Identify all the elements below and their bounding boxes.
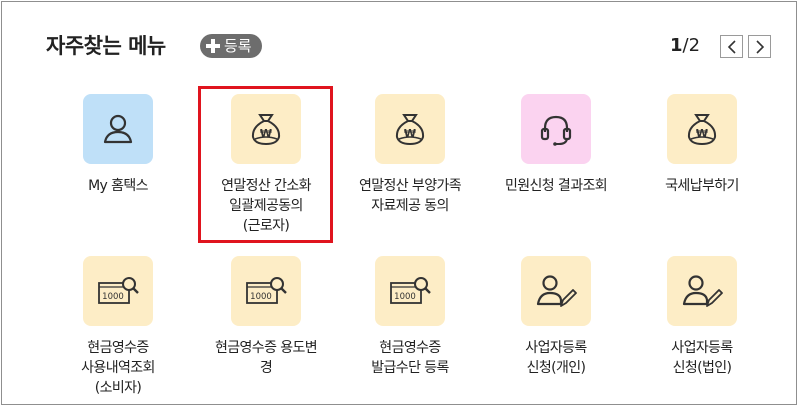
menu-item-label: 사업자등록 신청(개인) xyxy=(525,340,587,376)
menu-item-cash-receipt-usage-change[interactable]: 1000 현금영수증 용도변 경 xyxy=(196,256,336,378)
register-button-label: 등록 xyxy=(224,37,252,55)
headset-icon xyxy=(540,115,572,146)
chevron-right-icon xyxy=(755,39,764,54)
menu-icon-box: ₩ xyxy=(667,94,737,164)
menu-item-national-tax-payment[interactable]: ₩ 국세납부하기 xyxy=(632,94,772,196)
menu-icon-box xyxy=(521,94,591,164)
menu-item-year-end-simplified-consent[interactable]: ₩ 연말정산 간소화 일괄제공동의 (근로자) xyxy=(196,94,336,236)
menu-icon-box: 1000 xyxy=(375,256,445,326)
page-current: 1 xyxy=(670,35,683,56)
menu-icon-box xyxy=(83,94,153,164)
menu-item-cash-receipt-issuing-method[interactable]: 1000 현금영수증 발급수단 등록 xyxy=(340,256,480,378)
person-pen-icon xyxy=(536,275,577,307)
menu-item-business-registration-individual[interactable]: 사업자등록 신청(개인) xyxy=(486,256,626,378)
menu-item-label: 현금영수증 용도변 경 xyxy=(214,340,318,376)
menu-item-label: 현금영수증 발급수단 등록 xyxy=(371,340,449,376)
menu-item-my-hometax[interactable]: My 홈택스 xyxy=(48,94,188,196)
menu-icon-box xyxy=(667,256,737,326)
menu-item-label: 사업자등록 신청(법인) xyxy=(671,340,733,376)
panel-title: 자주찾는 메뉴 xyxy=(46,34,166,58)
prev-page-button[interactable] xyxy=(720,35,743,58)
page-indicator: 1/2 xyxy=(670,35,700,56)
receipt-search-icon: 1000 xyxy=(98,277,139,304)
register-button[interactable]: 등록 xyxy=(200,34,262,58)
menu-icon-box: 1000 xyxy=(231,256,301,326)
next-page-button[interactable] xyxy=(748,35,771,58)
menu-item-label: 민원신청 결과조회 xyxy=(504,178,608,194)
menu-item-label: 연말정산 간소화 일괄제공동의 (근로자) xyxy=(221,178,311,234)
menu-item-civil-request-result[interactable]: 민원신청 결과조회 xyxy=(486,94,626,196)
receipt-search-icon: 1000 xyxy=(246,277,287,304)
money-bag-icon: ₩ xyxy=(687,114,717,146)
page-total: /2 xyxy=(682,35,701,56)
menu-item-business-registration-corporate[interactable]: 사업자등록 신청(법인) xyxy=(632,256,772,378)
chevron-left-icon xyxy=(727,39,736,54)
receipt-amount: 1000 xyxy=(102,292,124,302)
menu-icon-box: 1000 xyxy=(83,256,153,326)
menu-item-label: 연말정산 부양가족 자료제공 동의 xyxy=(358,178,462,214)
menu-item-cash-receipt-history[interactable]: 1000 현금영수증 사용내역조회 (소비자) xyxy=(48,256,188,398)
receipt-amount: 1000 xyxy=(394,292,416,302)
person-icon xyxy=(103,114,133,144)
money-bag-icon: ₩ xyxy=(251,114,281,146)
menu-item-label: 국세납부하기 xyxy=(665,178,739,194)
money-bag-icon: ₩ xyxy=(395,114,425,146)
menu-item-year-end-dependent-consent[interactable]: ₩ 연말정산 부양가족 자료제공 동의 xyxy=(340,94,480,216)
receipt-search-icon: 1000 xyxy=(390,277,431,304)
menu-icon-box: ₩ xyxy=(231,94,301,164)
favorite-menu-panel: 자주찾는 메뉴 등록 1/2 My 홈택스 ₩ 연말정산 간소화 일괄제공동의 … xyxy=(1,1,797,405)
menu-icon-box: ₩ xyxy=(375,94,445,164)
menu-icon-box xyxy=(521,256,591,326)
person-pen-icon xyxy=(682,275,723,307)
receipt-amount: 1000 xyxy=(250,292,272,302)
plus-icon xyxy=(206,39,220,53)
menu-item-label: 현금영수증 사용내역조회 (소비자) xyxy=(81,340,155,396)
menu-item-label: My 홈택스 xyxy=(88,178,148,194)
